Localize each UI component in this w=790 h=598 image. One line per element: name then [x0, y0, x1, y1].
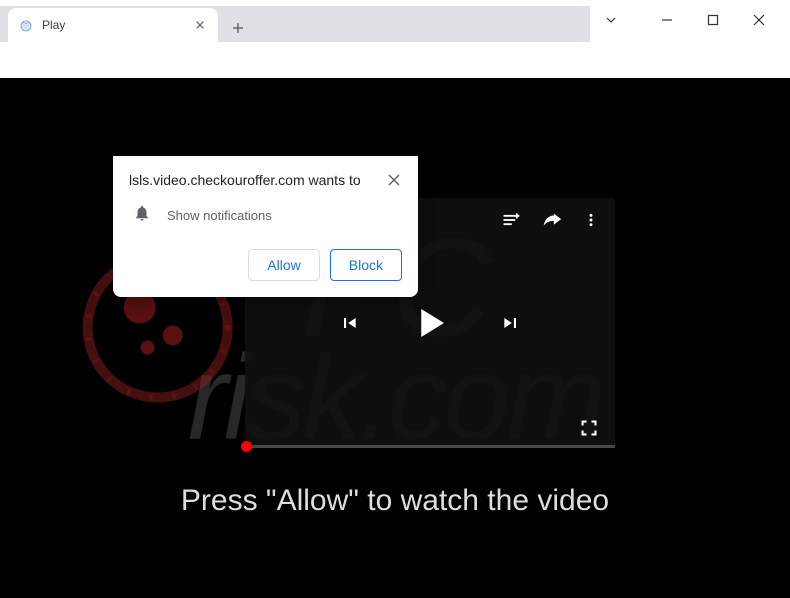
allow-button[interactable]: Allow	[248, 249, 319, 281]
progress-bar[interactable]	[245, 445, 615, 448]
tab-strip: Play	[0, 6, 590, 42]
permission-body: Show notifications	[167, 208, 272, 223]
window-dropdown-button[interactable]	[588, 4, 634, 36]
instruction-text: Press "Allow" to watch the video	[0, 484, 790, 518]
notification-permission-dialog: lsls.video.checkouroffer.com wants to Sh…	[113, 156, 418, 297]
queue-icon[interactable]	[501, 210, 521, 230]
play-button[interactable]	[409, 302, 451, 344]
new-tab-button[interactable]	[224, 14, 252, 42]
page-content: PC risk.com	[0, 78, 790, 598]
tab-favicon-icon	[18, 17, 34, 33]
fullscreen-button[interactable]	[579, 418, 599, 438]
permission-close-button[interactable]	[386, 172, 402, 188]
bell-icon	[133, 204, 151, 227]
window-minimize-button[interactable]	[644, 4, 690, 36]
tab-close-button[interactable]	[192, 17, 208, 33]
progress-handle[interactable]	[241, 441, 252, 452]
block-button[interactable]: Block	[330, 249, 402, 281]
tab-title: Play	[42, 18, 184, 32]
share-icon[interactable]	[541, 209, 563, 231]
next-button[interactable]	[501, 313, 521, 333]
window-maximize-button[interactable]	[690, 4, 736, 36]
browser-tab[interactable]: Play	[8, 8, 218, 42]
more-icon[interactable]	[583, 212, 599, 228]
window-close-button[interactable]	[736, 4, 782, 36]
previous-button[interactable]	[339, 313, 359, 333]
permission-title: lsls.video.checkouroffer.com wants to	[129, 172, 361, 188]
